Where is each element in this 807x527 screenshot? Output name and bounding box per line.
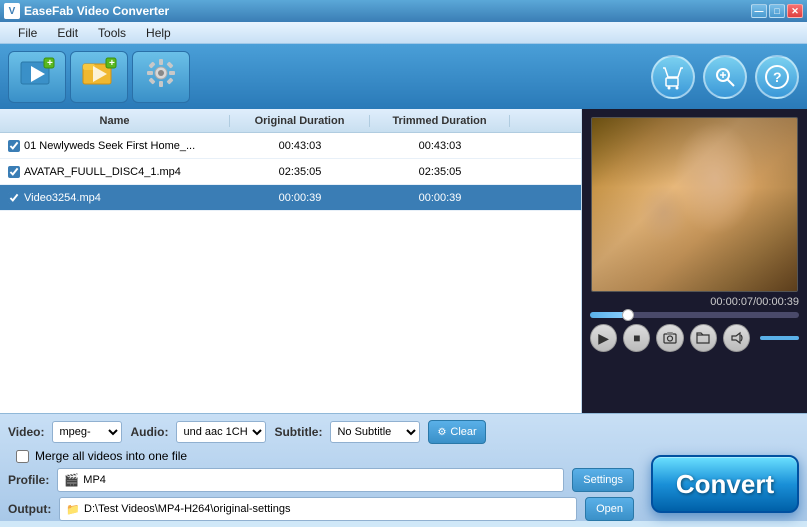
main-area: Name Original Duration Trimmed Duration … [0, 109, 807, 413]
file-list: Name Original Duration Trimmed Duration … [0, 109, 582, 413]
video-select[interactable]: mpeg- [52, 421, 122, 443]
file-name-cell: 01 Newlyweds Seek First Home_... [0, 140, 230, 152]
menu-tools[interactable]: Tools [88, 24, 136, 42]
preview-image [591, 117, 798, 292]
menu-help[interactable]: Help [136, 24, 181, 42]
file-name: AVATAR_FUULL_DISC4_1.mp4 [24, 166, 181, 178]
convert-button[interactable]: Convert [651, 455, 799, 513]
add-folder-button[interactable]: + [70, 51, 128, 103]
maximize-button[interactable]: □ [769, 4, 785, 18]
subtitle-label: Subtitle: [274, 425, 322, 439]
gear-icon [143, 55, 179, 98]
convert-section: Convert [651, 455, 799, 513]
header-name: Name [0, 115, 230, 127]
toolbar-settings-button[interactable] [132, 51, 190, 103]
file-checkbox[interactable] [8, 140, 20, 152]
header-trimmed: Trimmed Duration [370, 115, 510, 127]
play-button[interactable]: ▶ [590, 324, 617, 352]
table-row[interactable]: Video3254.mp4 00:00:39 00:00:39 [0, 185, 581, 211]
profile-label: Profile: [8, 473, 49, 487]
original-duration-cell: 02:35:05 [230, 166, 370, 178]
audio-select[interactable]: und aac 1CH [176, 421, 266, 443]
progress-track [590, 312, 799, 318]
window-controls: — □ ✕ [751, 4, 803, 18]
file-name: Video3254.mp4 [24, 192, 101, 204]
menubar: File Edit Tools Help [0, 22, 807, 44]
close-button[interactable]: ✕ [787, 4, 803, 18]
shop-button[interactable] [651, 55, 695, 99]
svg-text:+: + [109, 58, 115, 69]
svg-text:?: ? [773, 69, 782, 85]
clear-label: Clear [450, 426, 476, 438]
trimmed-duration-cell: 00:43:03 [370, 140, 510, 152]
app-title: EaseFab Video Converter [24, 4, 751, 18]
profile-row: Profile: 🎬 MP4 Settings [8, 468, 634, 492]
header-original: Original Duration [230, 115, 370, 127]
open-button[interactable]: Open [585, 497, 634, 521]
audio-label: Audio: [130, 425, 168, 439]
subtitle-select[interactable]: No Subtitle [330, 421, 420, 443]
search-button[interactable] [703, 55, 747, 99]
progress-thumb[interactable] [622, 309, 634, 321]
toolbar-left: + + [8, 51, 190, 103]
folder-icon: 📁 [66, 503, 80, 516]
merge-row: Merge all videos into one file [8, 449, 634, 463]
menu-edit[interactable]: Edit [47, 24, 88, 42]
output-value: D:\Test Videos\MP4-H264\original-setting… [84, 503, 290, 515]
app-icon: V [4, 3, 20, 19]
menu-file[interactable]: File [8, 24, 47, 42]
volume-slider[interactable] [760, 336, 799, 340]
bottom-controls: Video: mpeg- Audio: und aac 1CH Subtitle… [0, 414, 642, 527]
file-name-cell: Video3254.mp4 [0, 192, 230, 204]
open-folder-button[interactable] [690, 324, 717, 352]
toolbar-right: ? [651, 55, 799, 99]
player-controls: ▶ ■ [590, 324, 799, 352]
minimize-button[interactable]: — [751, 4, 767, 18]
output-row: Output: 📁 D:\Test Videos\MP4-H264\origin… [8, 497, 634, 521]
progress-bar[interactable] [590, 312, 799, 318]
svg-text:+: + [47, 58, 53, 69]
add-video-icon: + [19, 56, 55, 98]
preview-panel: 00:00:07/00:00:39 ▶ ■ [582, 109, 807, 413]
add-video-button[interactable]: + [8, 51, 66, 103]
file-checkbox[interactable] [8, 192, 20, 204]
time-display: 00:00:07/00:00:39 [710, 296, 799, 308]
settings-button[interactable]: Settings [572, 468, 634, 492]
table-row[interactable]: AVATAR_FUULL_DISC4_1.mp4 02:35:05 02:35:… [0, 159, 581, 185]
profile-value: MP4 [83, 474, 106, 486]
original-duration-cell: 00:00:39 [230, 192, 370, 204]
volume-button[interactable] [723, 324, 750, 352]
file-name-cell: AVATAR_FUULL_DISC4_1.mp4 [0, 166, 230, 178]
clear-icon: ⚙ [437, 427, 446, 438]
file-checkbox[interactable] [8, 166, 20, 178]
output-label: Output: [8, 502, 51, 516]
titlebar: V EaseFab Video Converter — □ ✕ [0, 0, 807, 22]
output-input[interactable]: 📁 D:\Test Videos\MP4-H264\original-setti… [59, 497, 577, 521]
file-list-header: Name Original Duration Trimmed Duration [0, 109, 581, 133]
add-folder-icon: + [81, 56, 117, 98]
clear-button[interactable]: ⚙ Clear [428, 420, 485, 444]
toolbar: + + [0, 44, 807, 109]
file-name: 01 Newlyweds Seek First Home_... [24, 140, 195, 152]
video-thumbnail [592, 118, 797, 291]
table-row[interactable]: 01 Newlyweds Seek First Home_... 00:43:0… [0, 133, 581, 159]
stop-button[interactable]: ■ [623, 324, 650, 352]
video-label: Video: [8, 425, 44, 439]
bottom-area: Video: mpeg- Audio: und aac 1CH Subtitle… [0, 413, 807, 521]
trimmed-duration-cell: 00:00:39 [370, 192, 510, 204]
profile-input[interactable]: 🎬 MP4 [57, 468, 564, 492]
media-controls-row: Video: mpeg- Audio: und aac 1CH Subtitle… [8, 420, 634, 444]
mp4-icon: 🎬 [64, 473, 79, 487]
merge-checkbox[interactable] [16, 450, 29, 463]
trimmed-duration-cell: 02:35:05 [370, 166, 510, 178]
help-button[interactable]: ? [755, 55, 799, 99]
original-duration-cell: 00:43:03 [230, 140, 370, 152]
merge-label: Merge all videos into one file [35, 449, 187, 463]
screenshot-button[interactable] [656, 324, 683, 352]
